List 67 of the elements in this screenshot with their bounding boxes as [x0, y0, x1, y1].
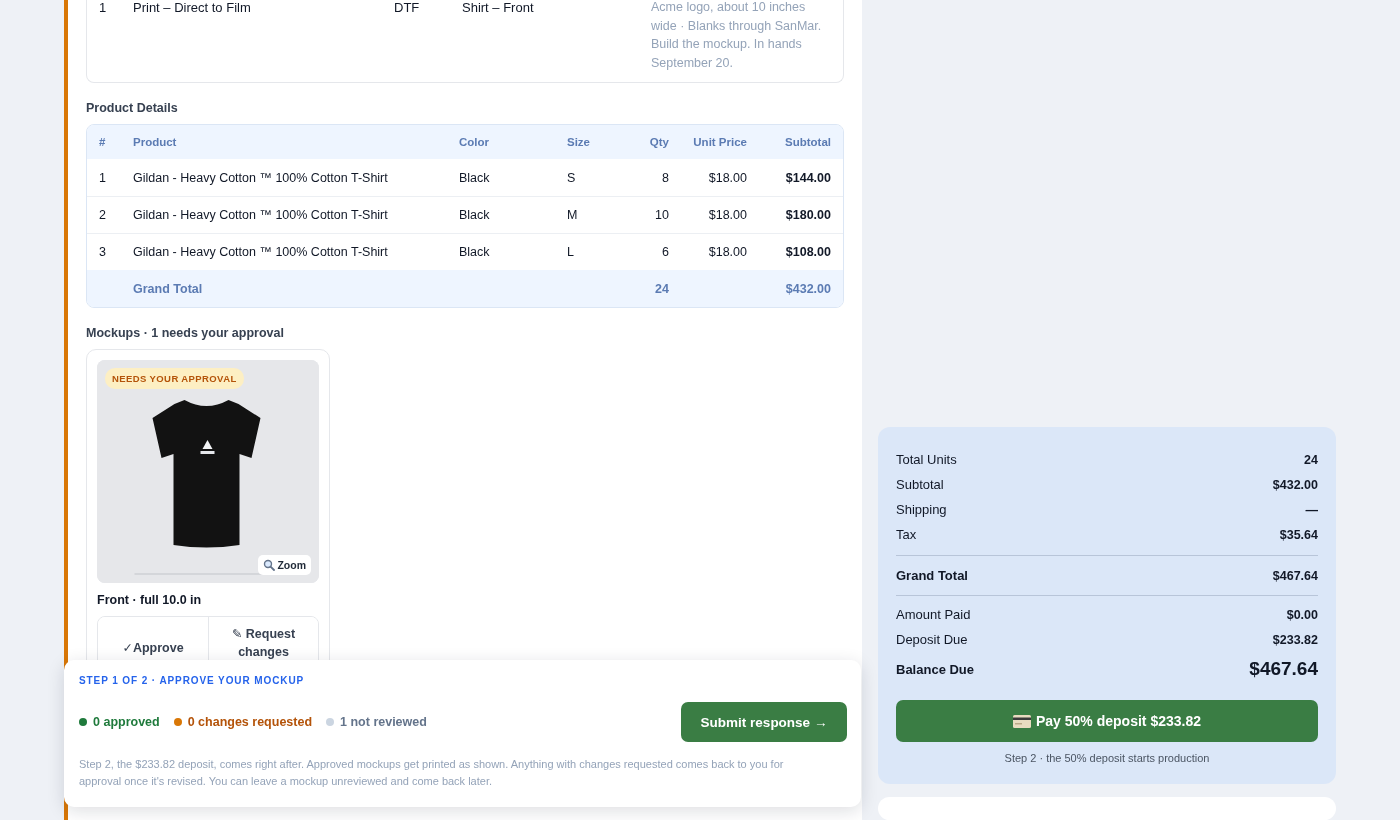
table-cell-text: 8: [661, 170, 669, 185]
table-cell-text: Black: [459, 208, 491, 222]
table-cell-text: $108.00: [784, 245, 831, 259]
summary-value: $35.64: [1279, 527, 1318, 542]
table-cell-text: Acme logo, about 10 inches wide · Blanks through SanMar. Build the mockup. In hands September 20.: [651, 0, 823, 72]
table-cell-text: $18.00: [707, 208, 747, 222]
table-cell-text: $18.00: [707, 170, 747, 185]
summary-label: Grand Total: [896, 567, 968, 585]
summary-label: Shipping: [896, 501, 947, 519]
status-count: 0 changes requested: [187, 715, 313, 729]
table-cell-text: Print – Direct to Film: [133, 0, 252, 16]
table-cell-text: 6: [661, 245, 669, 259]
summary-value: $467.64: [1249, 658, 1318, 680]
summary-value: 24: [1304, 452, 1318, 467]
table-cell-text: 10: [654, 208, 669, 222]
status-count: 1 not reviewed: [340, 715, 427, 729]
table-cell-text: Black: [459, 245, 491, 259]
search-icon: [263, 559, 276, 571]
table-cell-text: DTF: [394, 0, 421, 16]
summary-label: Balance Due: [896, 660, 975, 679]
credit-card-icon: [1013, 714, 1031, 728]
table-cell-text: $180.00: [784, 208, 831, 222]
table-cell-text: Shirt – Front: [462, 0, 535, 16]
table-cell-text: Gildan - Heavy Cotton ™ 100% Cotton T-Shirt: [133, 170, 389, 185]
summary-label: Deposit Due: [896, 631, 968, 649]
section-title: Mockups · 1 needs your approval: [86, 326, 285, 340]
table-cell-text: M: [567, 208, 579, 222]
table-cell-text: L: [567, 245, 575, 259]
table-cell-text: $18.00: [707, 245, 747, 259]
summary-label: Amount Paid: [896, 606, 971, 624]
table-cell-text: S: [567, 170, 577, 185]
summary-value: $432.00: [1272, 477, 1318, 492]
summary-value: $467.64: [1272, 568, 1318, 583]
submit-response-button[interactable]: Submit response →: [681, 702, 847, 742]
total-qty: 24: [654, 281, 669, 296]
table-cell-text: Black: [459, 170, 491, 185]
table-cell-text: 2: [99, 208, 107, 222]
column-header: Subtotal: [784, 136, 831, 148]
summary-value: —: [1305, 502, 1318, 517]
status-count: 0 approved: [93, 715, 160, 729]
pay-note: Step 2 · the 50% deposit starts production: [1003, 752, 1211, 764]
pay-deposit-button[interactable]: Pay 50% deposit $233.82: [896, 700, 1318, 742]
total-subtotal: $432.00: [784, 281, 831, 296]
summary-label: Subtotal: [896, 476, 944, 494]
approval-badge: NEEDS YOUR APPROVAL: [105, 368, 244, 389]
step-label: STEP 1 OF 2 · APPROVE YOUR MOCKUP: [79, 675, 306, 686]
column-header: Size: [567, 136, 591, 148]
column-header: Product: [133, 136, 178, 148]
column-header: Qty: [648, 136, 669, 148]
zoom-button[interactable]: Zoom: [258, 555, 311, 575]
table-cell-text: Gildan - Heavy Cotton ™ 100% Cotton T-Shirt: [133, 208, 389, 222]
summary-value: $0.00: [1286, 607, 1318, 622]
summary-label: Tax: [896, 526, 917, 544]
table-cell-text: $144.00: [784, 170, 831, 185]
total-label: Grand Total: [133, 281, 204, 296]
column-header: #: [99, 136, 107, 148]
table-cell-text: Gildan - Heavy Cotton ™ 100% Cotton T-Shirt: [133, 245, 389, 259]
summary-label: Total Units: [896, 451, 957, 469]
column-header: Color: [459, 136, 491, 148]
table-cell-text: 3: [99, 245, 107, 259]
step-note: Step 2, the $233.82 deposit, comes right after. Approved mockups get printed as shown. Anything with changes requested comes back to you for approval once it's revised. You can leave a mockup unreviewed and come back later.: [79, 757, 785, 789]
column-header: Unit Price: [692, 136, 747, 148]
table-cell-text: 1: [99, 170, 107, 185]
section-title: Product Details: [86, 101, 179, 115]
summary-value: $233.82: [1272, 632, 1318, 647]
mockup-caption: Front · full 10.0 in: [97, 593, 203, 607]
table-cell-text: 1: [99, 0, 108, 16]
